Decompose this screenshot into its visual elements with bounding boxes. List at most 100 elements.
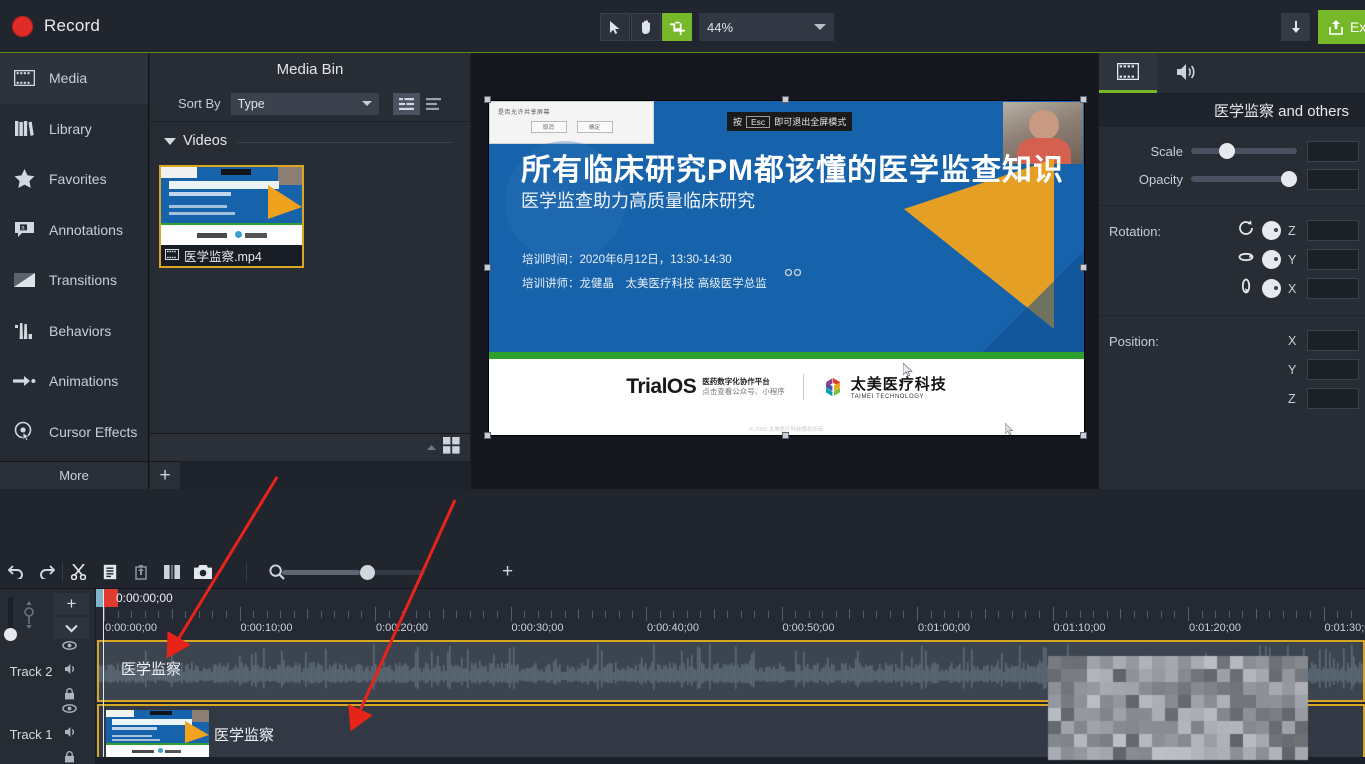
timeline-vertical-zoom-track[interactable] bbox=[8, 597, 13, 631]
detail-view-icon[interactable] bbox=[420, 93, 447, 115]
timeline-ruler[interactable]: 0:00:00;00 0:00:00;000:00:10;000:00:20;0… bbox=[96, 589, 1365, 640]
crop-tool[interactable] bbox=[662, 13, 692, 41]
lock-icon[interactable] bbox=[64, 750, 75, 764]
ruler-tick bbox=[1053, 607, 1054, 621]
position-z-input[interactable] bbox=[1307, 388, 1359, 409]
export-button[interactable]: Export bbox=[1318, 10, 1365, 44]
track-header-track-2[interactable]: Track 2 bbox=[0, 640, 96, 702]
rotation-y-knob[interactable] bbox=[1262, 250, 1281, 269]
export-label: Export bbox=[1350, 19, 1365, 35]
ruler-label: 0:00:20;00 bbox=[376, 622, 428, 634]
rotation-x-input[interactable] bbox=[1307, 278, 1359, 299]
track-height-icon[interactable] bbox=[22, 601, 36, 634]
ruler-label: 0:00:00;00 bbox=[105, 622, 157, 634]
media-group-videos[interactable]: Videos bbox=[150, 122, 470, 149]
resize-handle-nw[interactable] bbox=[484, 96, 491, 103]
sidebar-item-transitions[interactable]: Transitions bbox=[0, 255, 148, 306]
download-button[interactable] bbox=[1281, 13, 1310, 41]
add-track-button[interactable]: + bbox=[54, 593, 89, 615]
rotation-y-input[interactable] bbox=[1307, 249, 1359, 270]
sidebar-item-animations[interactable]: Animations bbox=[0, 356, 148, 407]
ruler-tick bbox=[104, 607, 105, 621]
media-bin-item[interactable]: 医学监察.mp4 bbox=[159, 165, 304, 268]
trialos-logo: TrialOS 医药数字化协作平台 点击查看公众号、小程序 bbox=[626, 375, 785, 399]
ruler-tick bbox=[768, 611, 769, 618]
cut-button[interactable] bbox=[63, 556, 94, 589]
scale-slider[interactable] bbox=[1191, 148, 1297, 154]
ruler-tick bbox=[998, 611, 999, 618]
pointer-tool[interactable] bbox=[600, 13, 630, 41]
collapse-tracks-button[interactable] bbox=[54, 617, 89, 639]
ruler-tick bbox=[307, 609, 308, 619]
scale-input[interactable] bbox=[1307, 141, 1359, 162]
rotate-x-icon[interactable] bbox=[1238, 278, 1255, 299]
ruler-tick bbox=[456, 611, 457, 618]
opacity-input[interactable] bbox=[1307, 169, 1359, 190]
eye-icon[interactable] bbox=[62, 637, 77, 655]
resize-handle-w[interactable] bbox=[484, 264, 491, 271]
resize-handle-n[interactable] bbox=[782, 96, 789, 103]
sidebar-item-media[interactable]: Media bbox=[0, 53, 148, 104]
sidebar-item-annotations[interactable]: a Annotations bbox=[0, 205, 148, 256]
taimei-mark-icon bbox=[822, 376, 844, 398]
esc-hint: 按 Esc 即可退出全屏模式 bbox=[727, 112, 852, 131]
ruler-tick bbox=[524, 611, 525, 618]
timeline-zoom-in-button[interactable]: + bbox=[492, 556, 523, 589]
esc-suffix: 即可退出全屏模式 bbox=[774, 115, 846, 128]
track-name: Track 2 bbox=[0, 664, 62, 679]
rotate-handle[interactable] bbox=[785, 264, 801, 273]
position-x-input[interactable] bbox=[1307, 330, 1359, 351]
share-dialog-confirm[interactable]: 确定 bbox=[577, 121, 613, 133]
rotation-z-knob[interactable] bbox=[1262, 221, 1281, 240]
sidebar-more-button[interactable]: More bbox=[0, 461, 149, 489]
rotate-y-icon[interactable] bbox=[1238, 249, 1255, 270]
media-add-button[interactable]: + bbox=[150, 461, 180, 489]
logo-os-text: OS bbox=[667, 375, 696, 398]
tab-video-properties[interactable] bbox=[1099, 53, 1157, 93]
axis-label: Y bbox=[1288, 363, 1298, 377]
sidebar-item-behaviors[interactable]: Behaviors bbox=[0, 306, 148, 357]
rotation-z-input[interactable] bbox=[1307, 220, 1359, 241]
eye-icon[interactable] bbox=[62, 700, 77, 718]
zoom-slider-handle[interactable] bbox=[360, 565, 375, 580]
rotation-x-knob[interactable] bbox=[1262, 279, 1281, 298]
sidebar-item-cursor-effects[interactable]: Cursor Effects bbox=[0, 407, 148, 458]
sidebar-item-favorites[interactable]: Favorites bbox=[0, 154, 148, 205]
position-y-input[interactable] bbox=[1307, 359, 1359, 380]
sort-by-select[interactable]: Type bbox=[231, 93, 379, 115]
ruler-tick bbox=[1310, 611, 1311, 618]
ruler-tick bbox=[673, 611, 674, 618]
resize-handle-e[interactable] bbox=[1080, 264, 1087, 271]
copy-button[interactable] bbox=[94, 556, 125, 589]
hand-tool[interactable] bbox=[631, 13, 661, 41]
resize-handle-ne[interactable] bbox=[1080, 96, 1087, 103]
ruler-tick bbox=[660, 611, 661, 618]
opacity-slider[interactable] bbox=[1191, 176, 1297, 182]
tab-audio-properties[interactable] bbox=[1157, 53, 1215, 93]
timeline-zoom-slider[interactable] bbox=[282, 570, 425, 575]
redo-button[interactable] bbox=[31, 556, 62, 589]
resize-handle-sw[interactable] bbox=[484, 432, 491, 439]
ruler-tick bbox=[240, 607, 241, 621]
add-track-label: + bbox=[67, 594, 77, 614]
resize-handle-se[interactable] bbox=[1080, 432, 1087, 439]
mute-icon[interactable] bbox=[63, 725, 76, 743]
preview-canvas[interactable]: 是否允许共享屏幕 取消 确定 按 Esc 即可退出全屏模式 bbox=[488, 100, 1085, 436]
zoom-level-select[interactable]: 44% bbox=[699, 13, 834, 41]
track-header-track-1[interactable]: Track 1 bbox=[0, 704, 96, 764]
list-view-icon[interactable] bbox=[393, 93, 420, 115]
undo-button[interactable] bbox=[0, 556, 31, 589]
record-button[interactable]: Record bbox=[12, 16, 100, 37]
paste-button[interactable] bbox=[125, 556, 156, 589]
clip-label: 医学监察 bbox=[121, 658, 181, 679]
ruler-tick bbox=[1080, 611, 1081, 618]
sidebar-item-library[interactable]: Library bbox=[0, 104, 148, 155]
share-dialog-cancel[interactable]: 取消 bbox=[531, 121, 567, 133]
resize-handle-s[interactable] bbox=[782, 432, 789, 439]
grid-view-icon[interactable] bbox=[443, 437, 460, 459]
mute-icon[interactable] bbox=[63, 662, 76, 680]
collapse-icon[interactable] bbox=[426, 439, 437, 457]
snapshot-button[interactable] bbox=[187, 556, 218, 589]
rotate-z-icon[interactable] bbox=[1238, 220, 1255, 241]
split-button[interactable] bbox=[156, 556, 187, 589]
